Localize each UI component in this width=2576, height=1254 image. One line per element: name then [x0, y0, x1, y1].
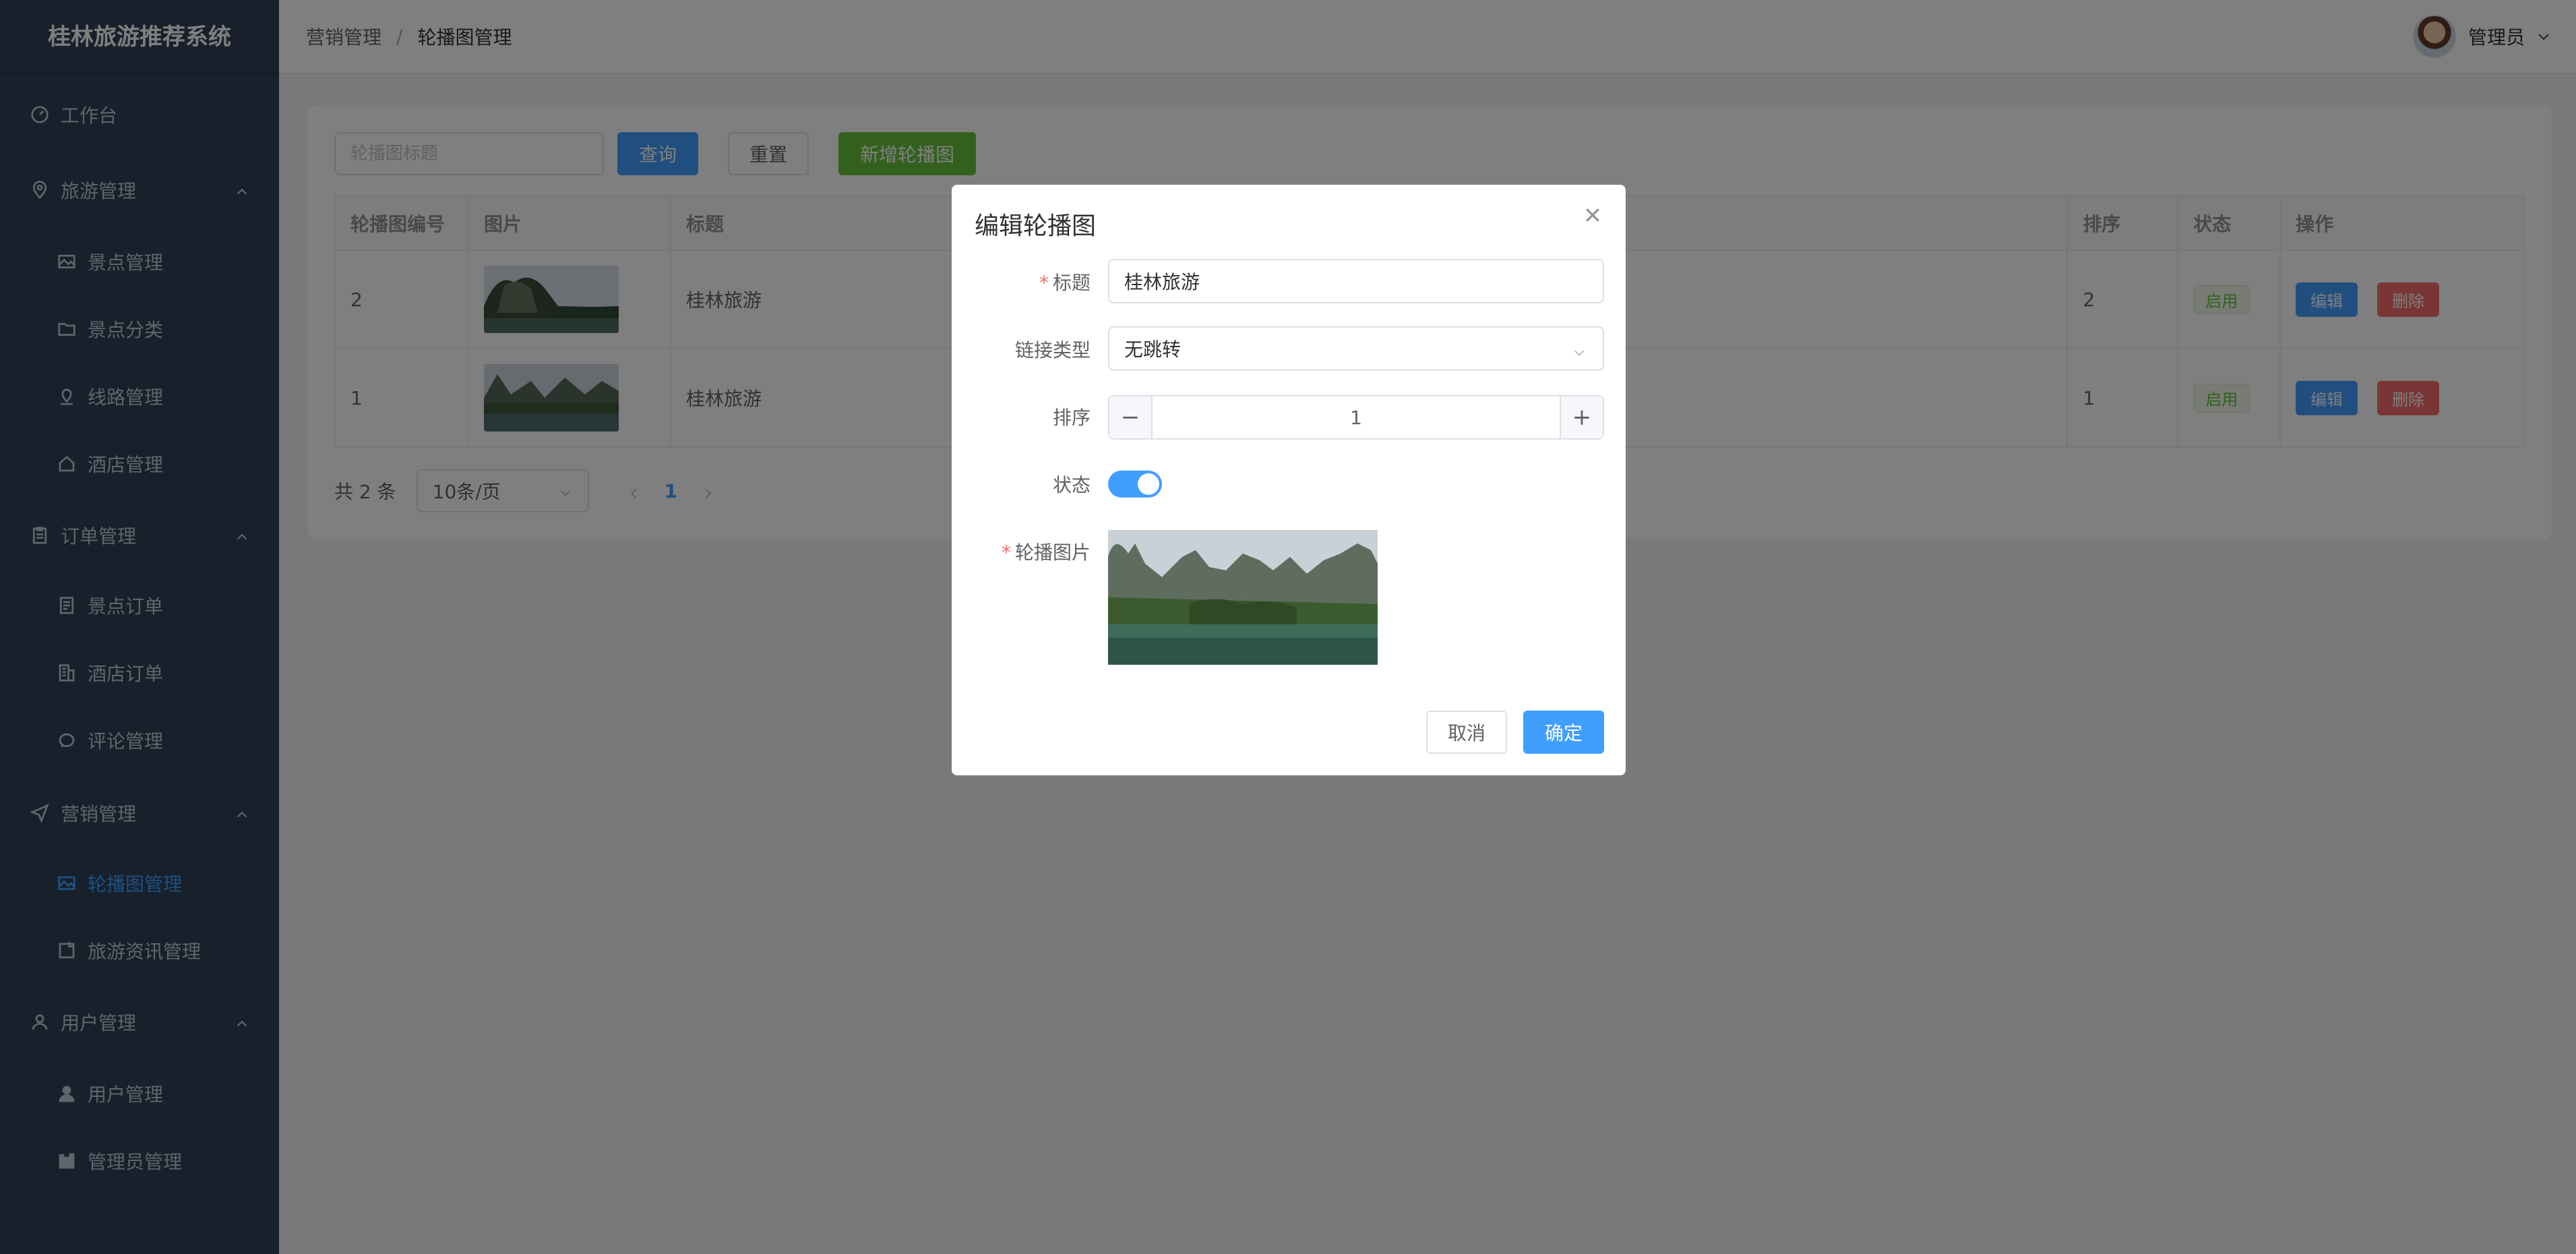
carousel-image-upload[interactable]	[1108, 530, 1378, 665]
sort-stepper: − 1 +	[1108, 395, 1604, 440]
label-text: 状态	[1052, 474, 1091, 496]
image-label: * 轮播图片	[952, 538, 1091, 565]
title-field-label: * 标题	[952, 268, 1091, 295]
link-type-value: 无跳转	[1124, 338, 1182, 361]
link-type-label: 链接类型	[952, 336, 1091, 363]
decrement-button[interactable]: −	[1109, 396, 1153, 438]
title-field[interactable]: 桂林旅游	[1108, 259, 1604, 303]
dialog-title: 编辑轮播图	[975, 212, 1097, 240]
status-toggle[interactable]	[1108, 471, 1162, 498]
label-text: 轮播图片	[1014, 541, 1091, 564]
sort-value[interactable]: 1	[1153, 396, 1560, 438]
chevron-down-icon	[1572, 342, 1587, 357]
label-text: 排序	[1052, 407, 1091, 429]
label-text: 标题	[1052, 272, 1091, 294]
close-icon[interactable]	[1583, 205, 1603, 225]
title-value: 桂林旅游	[1124, 271, 1200, 293]
required-mark: *	[1039, 272, 1049, 294]
label-text: 链接类型	[1014, 339, 1091, 361]
required-mark: *	[1001, 541, 1011, 564]
cancel-button[interactable]: 取消	[1426, 711, 1507, 754]
toggle-knob	[1138, 473, 1159, 495]
increment-button[interactable]: +	[1560, 396, 1603, 438]
link-type-select[interactable]: 无跳转	[1108, 326, 1604, 371]
confirm-button[interactable]: 确定	[1523, 711, 1604, 754]
sort-label: 排序	[952, 403, 1091, 430]
edit-carousel-dialog: 编辑轮播图 * 标题 桂林旅游 链接类型 无跳转 排序 − 1 + 状态 * 轮播图…	[952, 185, 1626, 775]
status-label: 状态	[952, 471, 1091, 498]
